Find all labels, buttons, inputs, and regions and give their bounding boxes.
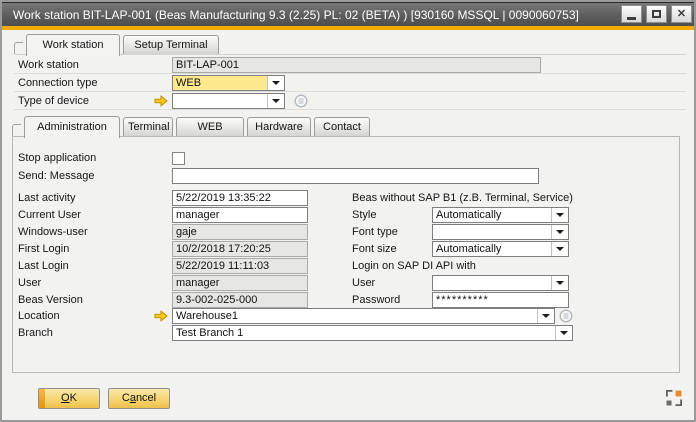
row-divider xyxy=(14,73,686,74)
user-field xyxy=(172,275,308,291)
stop-application-label: Stop application xyxy=(18,150,96,167)
first-login-label: First Login xyxy=(18,241,69,258)
link-arrow-icon[interactable] xyxy=(154,95,168,107)
tab-contact[interactable]: Contact xyxy=(314,117,370,136)
style-select[interactable]: Automatically xyxy=(432,207,569,223)
down-triangle-icon xyxy=(272,81,280,85)
ok-button[interactable]: OK xyxy=(38,388,100,409)
di-user-select[interactable] xyxy=(432,275,569,291)
minimize-button[interactable] xyxy=(621,5,642,23)
beas-without-sap-header: Beas without SAP B1 (z.B. Terminal, Serv… xyxy=(352,190,573,207)
style-value: Automatically xyxy=(433,208,551,222)
choose-from-list-icon[interactable] xyxy=(559,309,573,323)
location-label: Location xyxy=(18,308,60,325)
down-triangle-icon xyxy=(560,331,568,335)
ok-button-focus-accent xyxy=(39,389,45,408)
minimize-icon xyxy=(627,17,636,20)
font-type-select[interactable] xyxy=(432,224,569,240)
tabstrip-stub xyxy=(14,42,23,54)
first-login-field xyxy=(172,241,308,257)
di-user-label: User xyxy=(352,275,375,292)
chevron-down-icon[interactable] xyxy=(551,276,568,290)
workstation-window: Work station BIT-LAP-001 (Beas Manufactu… xyxy=(0,0,696,422)
down-triangle-icon xyxy=(556,281,564,285)
tab-web[interactable]: WEB xyxy=(176,117,244,136)
tab-terminal[interactable]: Terminal xyxy=(123,117,173,136)
style-label: Style xyxy=(352,207,376,224)
connection-type-select[interactable]: WEB xyxy=(172,75,285,91)
chevron-down-icon[interactable] xyxy=(555,326,572,340)
type-of-device-label: Type of device xyxy=(18,93,89,110)
last-login-label: Last Login xyxy=(18,258,69,275)
maximize-button[interactable] xyxy=(646,5,667,23)
main-tabstrip: Work station Setup Terminal xyxy=(14,33,222,55)
send-message-label: Send: Message xyxy=(18,168,94,185)
font-size-label: Font size xyxy=(352,241,397,258)
tab-work-station[interactable]: Work station xyxy=(26,34,120,56)
login-di-api-header: Login on SAP DI API with xyxy=(352,258,476,275)
beas-version-field xyxy=(172,292,308,308)
sub-tabstrip: Administration Terminal WEB Hardware Con… xyxy=(12,115,373,137)
work-station-label: Work station xyxy=(18,57,79,74)
down-triangle-icon xyxy=(556,213,564,217)
chevron-down-icon[interactable] xyxy=(267,76,284,90)
type-of-device-select[interactable] xyxy=(172,93,285,109)
branch-value: Test Branch 1 xyxy=(173,326,555,340)
connection-type-label: Connection type xyxy=(18,75,98,92)
close-icon: ✕ xyxy=(677,9,686,20)
accent-stripe xyxy=(2,26,694,30)
maximize-icon xyxy=(652,10,661,18)
current-user-input[interactable] xyxy=(172,207,308,223)
branch-label: Branch xyxy=(18,325,53,342)
chevron-down-icon[interactable] xyxy=(537,309,554,323)
row-divider xyxy=(14,109,686,110)
current-user-label: Current User xyxy=(18,207,81,224)
down-triangle-icon xyxy=(272,99,280,103)
connection-type-value: WEB xyxy=(173,76,267,90)
font-size-select[interactable]: Automatically xyxy=(432,241,569,257)
window-title: Work station BIT-LAP-001 (Beas Manufactu… xyxy=(2,8,579,22)
font-type-value xyxy=(433,225,551,239)
location-select[interactable]: Warehouse1 xyxy=(172,308,555,324)
di-user-value xyxy=(433,276,551,290)
chevron-down-icon[interactable] xyxy=(551,242,568,256)
stop-application-checkbox[interactable] xyxy=(172,152,185,165)
tab-administration[interactable]: Administration xyxy=(24,116,120,138)
chevron-down-icon[interactable] xyxy=(551,225,568,239)
password-input[interactable] xyxy=(432,292,569,308)
cancel-button[interactable]: Cancel xyxy=(108,388,170,409)
tabstrip-stub xyxy=(12,124,21,136)
down-triangle-icon xyxy=(556,230,564,234)
cancel-button-label: Cancel xyxy=(122,392,156,404)
windows-user-label: Windows-user xyxy=(18,224,88,241)
send-message-input[interactable] xyxy=(172,168,539,184)
font-type-label: Font type xyxy=(352,224,398,241)
tab-hardware[interactable]: Hardware xyxy=(247,117,311,136)
ok-button-label: OK xyxy=(61,392,77,404)
down-triangle-icon xyxy=(556,247,564,251)
location-value: Warehouse1 xyxy=(173,309,537,323)
tab-setup-terminal[interactable]: Setup Terminal xyxy=(123,35,219,54)
work-station-field xyxy=(172,57,541,73)
last-login-field xyxy=(172,258,308,274)
password-label: Password xyxy=(352,292,400,309)
down-triangle-icon xyxy=(542,314,550,318)
close-button[interactable]: ✕ xyxy=(671,5,692,23)
user-label: User xyxy=(18,275,41,292)
last-activity-input[interactable] xyxy=(172,190,308,206)
link-arrow-icon[interactable] xyxy=(154,310,168,322)
expand-form-icon[interactable] xyxy=(666,390,682,406)
beas-version-label: Beas Version xyxy=(18,292,83,309)
type-of-device-value xyxy=(173,94,267,108)
windows-user-field xyxy=(172,224,308,240)
chevron-down-icon[interactable] xyxy=(267,94,284,108)
choose-from-list-icon[interactable] xyxy=(294,94,308,108)
branch-select[interactable]: Test Branch 1 xyxy=(172,325,573,341)
titlebar[interactable]: Work station BIT-LAP-001 (Beas Manufactu… xyxy=(2,2,694,26)
chevron-down-icon[interactable] xyxy=(551,208,568,222)
font-size-value: Automatically xyxy=(433,242,551,256)
row-divider xyxy=(14,91,686,92)
last-activity-label: Last activity xyxy=(18,190,75,207)
